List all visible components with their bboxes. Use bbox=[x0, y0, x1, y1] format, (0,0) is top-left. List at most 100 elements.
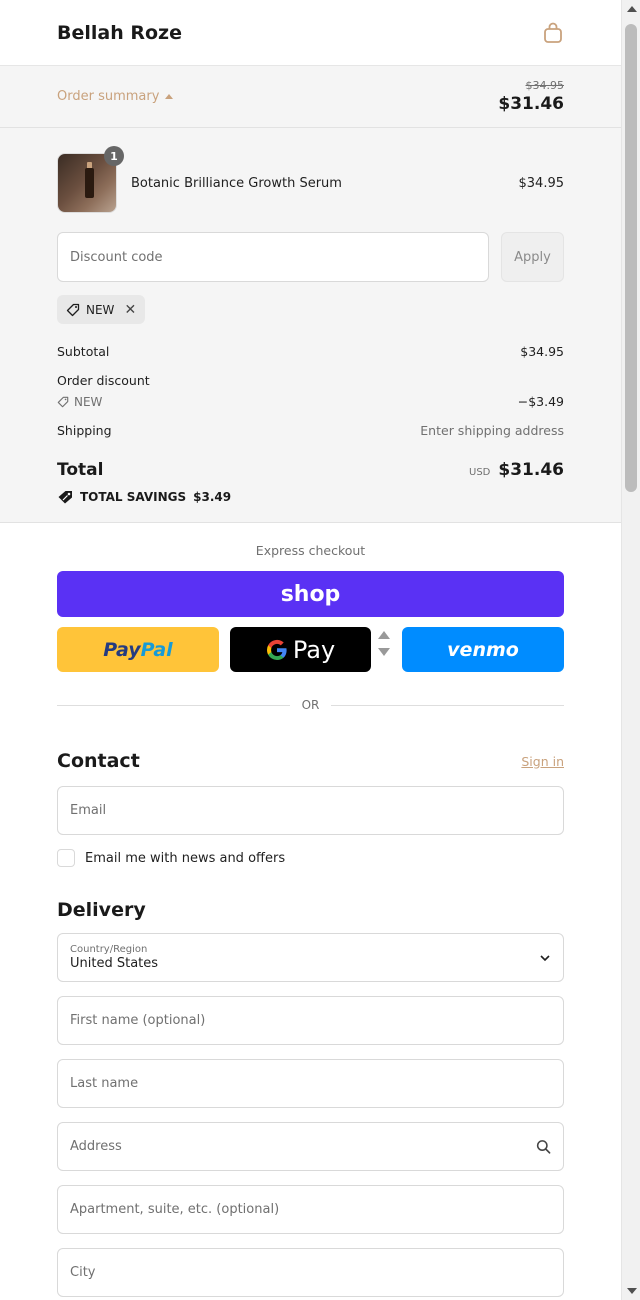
savings-value: $3.49 bbox=[193, 490, 232, 504]
shopping-bag-icon-svg bbox=[544, 22, 562, 43]
google-g-icon bbox=[266, 639, 287, 660]
email-input[interactable] bbox=[70, 803, 551, 818]
newsletter-row: Email me with news and offers bbox=[57, 849, 564, 867]
last-name-input[interactable] bbox=[70, 1076, 551, 1091]
discounted-price: $31.46 bbox=[498, 94, 564, 114]
city-field[interactable] bbox=[57, 1248, 564, 1297]
order-summary-toggle[interactable]: Order summary $34.95 $31.46 bbox=[0, 66, 621, 128]
address-input[interactable] bbox=[70, 1139, 536, 1154]
payment-buttons-row: Pay Pal Pay venmo bbox=[57, 627, 564, 672]
product-thumbnail: 1 bbox=[57, 146, 124, 213]
discount-amount: −$3.49 bbox=[517, 394, 564, 409]
order-discount-label: Order discount bbox=[57, 373, 150, 388]
apartment-input[interactable] bbox=[70, 1202, 551, 1217]
contact-title: Contact bbox=[57, 750, 140, 772]
first-name-input[interactable] bbox=[70, 1013, 551, 1028]
shopping-bag-icon[interactable] bbox=[542, 22, 564, 44]
apartment-field[interactable] bbox=[57, 1185, 564, 1234]
city-input[interactable] bbox=[70, 1265, 551, 1280]
apply-discount-button[interactable]: Apply bbox=[501, 232, 564, 282]
delivery-title: Delivery bbox=[57, 899, 146, 921]
total-savings: TOTAL SAVINGS $3.49 bbox=[57, 490, 564, 504]
email-field[interactable] bbox=[57, 786, 564, 835]
total-row: Total USD $31.46 bbox=[57, 460, 564, 480]
shipping-value: Enter shipping address bbox=[420, 423, 564, 438]
venmo-logo: venmo bbox=[447, 638, 519, 661]
last-name-field[interactable] bbox=[57, 1059, 564, 1108]
discount-code-input[interactable] bbox=[57, 232, 489, 282]
header: Bellah Roze bbox=[0, 0, 621, 66]
carousel-arrows[interactable] bbox=[377, 631, 390, 656]
chevron-down-icon bbox=[540, 954, 550, 961]
divider-line bbox=[57, 704, 290, 706]
delivery-header: Delivery bbox=[57, 899, 564, 921]
tag-icon bbox=[66, 303, 80, 316]
country-value: United States bbox=[70, 956, 159, 971]
venmo-button[interactable]: venmo bbox=[402, 627, 564, 672]
vertical-scrollbar[interactable] bbox=[621, 0, 640, 1300]
discount-detail-row: NEW −$3.49 bbox=[57, 394, 564, 409]
country-select[interactable]: Country/Region United States bbox=[57, 933, 564, 982]
shop-pay-button[interactable]: shop bbox=[57, 571, 564, 617]
remove-discount-icon[interactable]: ✕ bbox=[124, 302, 136, 318]
newsletter-label[interactable]: Email me with news and offers bbox=[85, 851, 285, 866]
product-name: Botanic Brilliance Growth Serum bbox=[131, 175, 342, 191]
subtotal-row: Subtotal $34.95 bbox=[57, 344, 564, 359]
paypal-logo-part2: Pal bbox=[140, 638, 173, 661]
sign-in-link[interactable]: Sign in bbox=[521, 754, 564, 769]
first-name-field[interactable] bbox=[57, 996, 564, 1045]
discount-code-tag: NEW bbox=[57, 395, 102, 409]
currency-code: USD bbox=[469, 467, 491, 478]
shipping-row: Shipping Enter shipping address bbox=[57, 423, 564, 438]
subtotal-value: $34.95 bbox=[520, 344, 564, 359]
search-icon[interactable] bbox=[536, 1139, 551, 1155]
express-checkout-title: Express checkout bbox=[255, 543, 366, 558]
shop-pay-logo: shop bbox=[280, 581, 341, 607]
google-pay-wrapper: Pay bbox=[229, 627, 392, 672]
scroll-up-arrow-icon[interactable] bbox=[627, 6, 637, 12]
scrollbar-thumb[interactable] bbox=[625, 24, 637, 492]
original-price: $34.95 bbox=[525, 79, 565, 92]
subtotal-label: Subtotal bbox=[57, 344, 110, 359]
country-label: Country/Region bbox=[70, 944, 148, 955]
arrow-down-icon[interactable] bbox=[377, 648, 390, 656]
discount-row: Apply bbox=[57, 232, 564, 282]
line-item-info: 1 Botanic Brilliance Growth Serum bbox=[57, 146, 342, 213]
delivery-section: Delivery Country/Region United States bbox=[0, 899, 621, 1297]
divider-line bbox=[331, 704, 565, 706]
store-brand[interactable]: Bellah Roze bbox=[57, 22, 182, 44]
product-price: $34.95 bbox=[518, 175, 565, 191]
or-label: OR bbox=[301, 698, 320, 712]
order-summary-link[interactable]: Order summary bbox=[57, 89, 174, 104]
chevron-up-icon bbox=[165, 94, 174, 99]
shipping-label: Shipping bbox=[57, 423, 112, 438]
total-label: Total bbox=[57, 460, 104, 480]
newsletter-checkbox[interactable] bbox=[57, 849, 75, 867]
arrow-up-icon[interactable] bbox=[377, 631, 390, 639]
total-value-group: USD $31.46 bbox=[469, 460, 564, 480]
address-field[interactable] bbox=[57, 1122, 564, 1171]
paypal-button[interactable]: Pay Pal bbox=[57, 627, 219, 672]
express-checkout: Express checkout shop Pay Pal Pay venmo … bbox=[0, 523, 621, 712]
scroll-down-arrow-icon[interactable] bbox=[627, 1288, 637, 1294]
quantity-badge: 1 bbox=[104, 146, 124, 166]
discount-code-label: NEW bbox=[74, 394, 103, 409]
applied-discount-chip: NEW ✕ bbox=[57, 295, 146, 324]
savings-tag-icon bbox=[58, 491, 72, 504]
applied-discount-code: NEW bbox=[86, 302, 115, 317]
line-item: 1 Botanic Brilliance Growth Serum $34.95 bbox=[57, 146, 565, 218]
order-discount-row: Order discount bbox=[57, 373, 564, 388]
google-pay-label: Pay bbox=[292, 635, 336, 664]
order-summary-label: Order summary bbox=[57, 89, 160, 104]
checkout-page: Bellah Roze Order summary $34.95 $31.46 … bbox=[0, 0, 621, 1300]
total-amount: $31.46 bbox=[498, 460, 564, 480]
order-summary-panel: 1 Botanic Brilliance Growth Serum $34.95… bbox=[0, 128, 621, 523]
tag-icon bbox=[57, 396, 69, 407]
summary-prices: $34.95 $31.46 bbox=[498, 79, 564, 114]
bottle-image bbox=[85, 168, 94, 198]
savings-label: TOTAL SAVINGS bbox=[80, 490, 187, 504]
country-select-text: Country/Region United States bbox=[70, 944, 158, 971]
contact-header: Contact Sign in bbox=[57, 750, 564, 772]
contact-section: Contact Sign in Email me with news and o… bbox=[0, 750, 621, 867]
google-pay-button[interactable]: Pay bbox=[229, 627, 371, 672]
